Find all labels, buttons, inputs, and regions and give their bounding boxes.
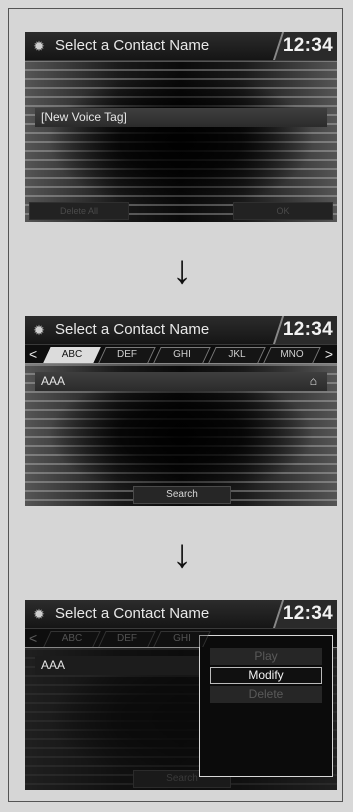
page-title: Select a Contact Name bbox=[55, 605, 210, 622]
screen-select-contact-popup: ✹ Select a Contact Name 12:34 < ABC DEF … bbox=[25, 600, 337, 790]
delete-all-button[interactable]: Delete All bbox=[29, 202, 129, 220]
tab-abc[interactable]: ABC bbox=[47, 631, 97, 647]
down-arrow-2: ↓ bbox=[172, 532, 192, 576]
tab-ghi[interactable]: GHI bbox=[157, 347, 207, 363]
ok-button[interactable]: OK bbox=[233, 202, 333, 220]
page-title: Select a Contact Name bbox=[55, 37, 210, 54]
modify-option[interactable]: Modify bbox=[210, 667, 322, 684]
title-bar: ✹ Select a Contact Name 12:34 bbox=[25, 600, 337, 629]
play-option[interactable]: Play bbox=[210, 648, 322, 665]
tab-abc[interactable]: ABC bbox=[47, 347, 97, 363]
down-arrow-1: ↓ bbox=[172, 248, 192, 292]
screen-select-contact-tabs: ✹ Select a Contact Name 12:34 < ABC DEF … bbox=[25, 316, 337, 506]
tab-ghi[interactable]: GHI bbox=[157, 631, 207, 647]
tab-mno[interactable]: MNO bbox=[267, 347, 317, 363]
page-title: Select a Contact Name bbox=[55, 321, 210, 338]
clock: 12:34 bbox=[282, 603, 333, 624]
clock: 12:34 bbox=[282, 319, 333, 340]
gear-icon: ✹ bbox=[33, 322, 45, 338]
title-bar: ✹ Select a Contact Name 12:34 bbox=[25, 32, 337, 61]
home-icon: ⌂ bbox=[309, 374, 317, 388]
title-bar: ✹ Select a Contact Name 12:34 bbox=[25, 316, 337, 345]
delete-option[interactable]: Delete bbox=[210, 686, 322, 703]
background-streaks bbox=[25, 60, 337, 222]
tab-def[interactable]: DEF bbox=[102, 347, 152, 363]
alphabet-tabs: < ABC DEF GHI JKL MNO > bbox=[25, 345, 337, 364]
options-popup: Play Modify Delete bbox=[199, 635, 333, 777]
search-button[interactable]: Search bbox=[133, 486, 231, 504]
list-item-new-voice-tag[interactable]: [New Voice Tag] bbox=[35, 108, 327, 127]
screen-select-contact-new: ✹ Select a Contact Name 12:34 [New Voice… bbox=[25, 32, 337, 222]
chevron-left-icon[interactable]: < bbox=[29, 346, 37, 362]
gear-icon: ✹ bbox=[33, 38, 45, 54]
chevron-right-icon[interactable]: > bbox=[325, 346, 333, 362]
chevron-left-icon[interactable]: < bbox=[29, 630, 37, 646]
contact-row-aaa[interactable]: AAA ⌂ bbox=[35, 372, 327, 391]
gear-icon: ✹ bbox=[33, 606, 45, 622]
contact-name: AAA bbox=[41, 374, 66, 388]
tab-jkl[interactable]: JKL bbox=[212, 347, 262, 363]
clock: 12:34 bbox=[282, 35, 333, 56]
tab-def[interactable]: DEF bbox=[102, 631, 152, 647]
